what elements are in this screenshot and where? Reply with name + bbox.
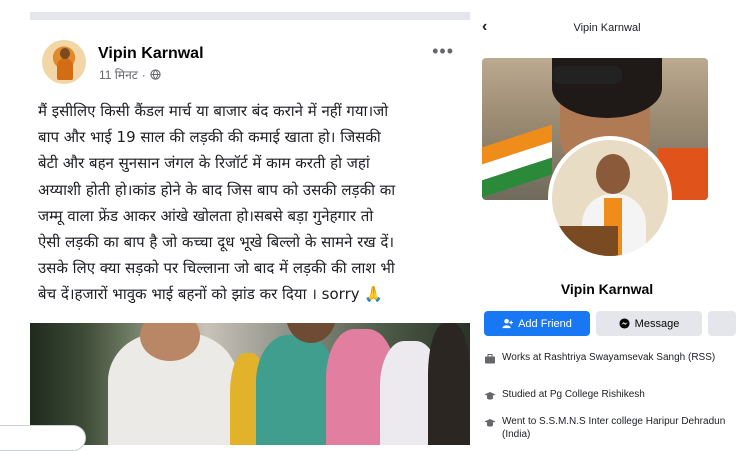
sunglasses [552,66,622,84]
post-text-line: बेटी और बहन सुनसान जंगल के रिजॉर्ट में क… [38,154,370,173]
profile-panel: ‹ Vipin Karnwal Vipin Karnwal Add Friend [474,0,740,451]
more-options-icon[interactable]: ••• [432,42,454,60]
post-text-line: बाप और भाई 19 साल की लड़की की कमाई खाता … [38,128,381,147]
podium [558,226,618,256]
profile-name: Vipin Karnwal [560,281,654,297]
post-text-line: मैं इसीलिए किसी कैंडल मार्च या बाजार बंद… [38,102,389,120]
graduation-cap-icon [484,419,496,427]
briefcase-icon [485,354,495,364]
messenger-icon [619,318,630,329]
message-button[interactable]: Message [596,311,702,336]
post-header: Vipin Karnwal 11 मिनट · ••• [42,40,460,90]
info-text: Works at Rashtriya Swayamsevak Sangh (RS… [502,352,716,363]
info-text: Studied at Pg College Rishikesh [502,389,645,400]
photo-person [428,323,470,445]
add-friend-button[interactable]: Add Friend [484,311,590,336]
avatar-head [60,48,70,59]
facebook-post: Vipin Karnwal 11 मिनट · ••• मैं इसीलिए क… [30,12,470,445]
post-text-line: जम्मू वाला फ्रेंड आकर आंखे खोलता हो।सबसे… [38,206,374,225]
info-college: Studied at Pg College Rishikesh [484,389,740,402]
photo-person [256,335,336,445]
pp-head [596,154,630,194]
profile-picture[interactable] [548,136,672,260]
globe-icon [150,69,161,80]
dot-separator: · [141,67,146,82]
add-friend-icon [502,318,514,329]
topbar-title: Vipin Karnwal [573,22,641,34]
post-text-line: उसके लिए क्या सड़को पर चिल्लाना जो बाद म… [38,259,395,278]
post-photo[interactable] [30,323,470,445]
info-school: Went to S.S.M.N.S Inter college Haripur … [484,416,740,441]
comment-bubble[interactable] [0,425,86,451]
post-text: मैं इसीलिए किसी कैंडल मार्च या बाजार बंद… [38,98,468,308]
profile-more-button[interactable] [708,311,736,336]
add-friend-label: Add Friend [518,317,572,330]
post-author-name[interactable]: Vipin Karnwal [98,45,204,63]
info-work: Works at Rashtriya Swayamsevak Sangh (RS… [484,352,740,365]
post-text-line: बेच दें।हजारों भावुक भाई बहनों को झांड क… [38,285,384,304]
post-timestamp[interactable]: 11 मिनट [99,66,138,83]
message-label: Message [634,317,680,330]
profile-topbar: ‹ Vipin Karnwal [474,14,740,42]
graduation-cap-icon [484,392,496,400]
author-avatar[interactable] [42,40,86,84]
post-meta: 11 मिनट · [99,66,161,83]
post-text-line: अय्याशी होती हो।कांड होने के बाद जिस बाप… [38,180,396,199]
info-text: Went to S.S.M.N.S Inter college Haripur … [502,416,726,440]
post-text-line: ऐसी लड़की का बाप है जो कच्चा दूध भूखे बि… [38,233,395,252]
avatar-figure [57,58,73,80]
indian-flag [482,124,552,198]
